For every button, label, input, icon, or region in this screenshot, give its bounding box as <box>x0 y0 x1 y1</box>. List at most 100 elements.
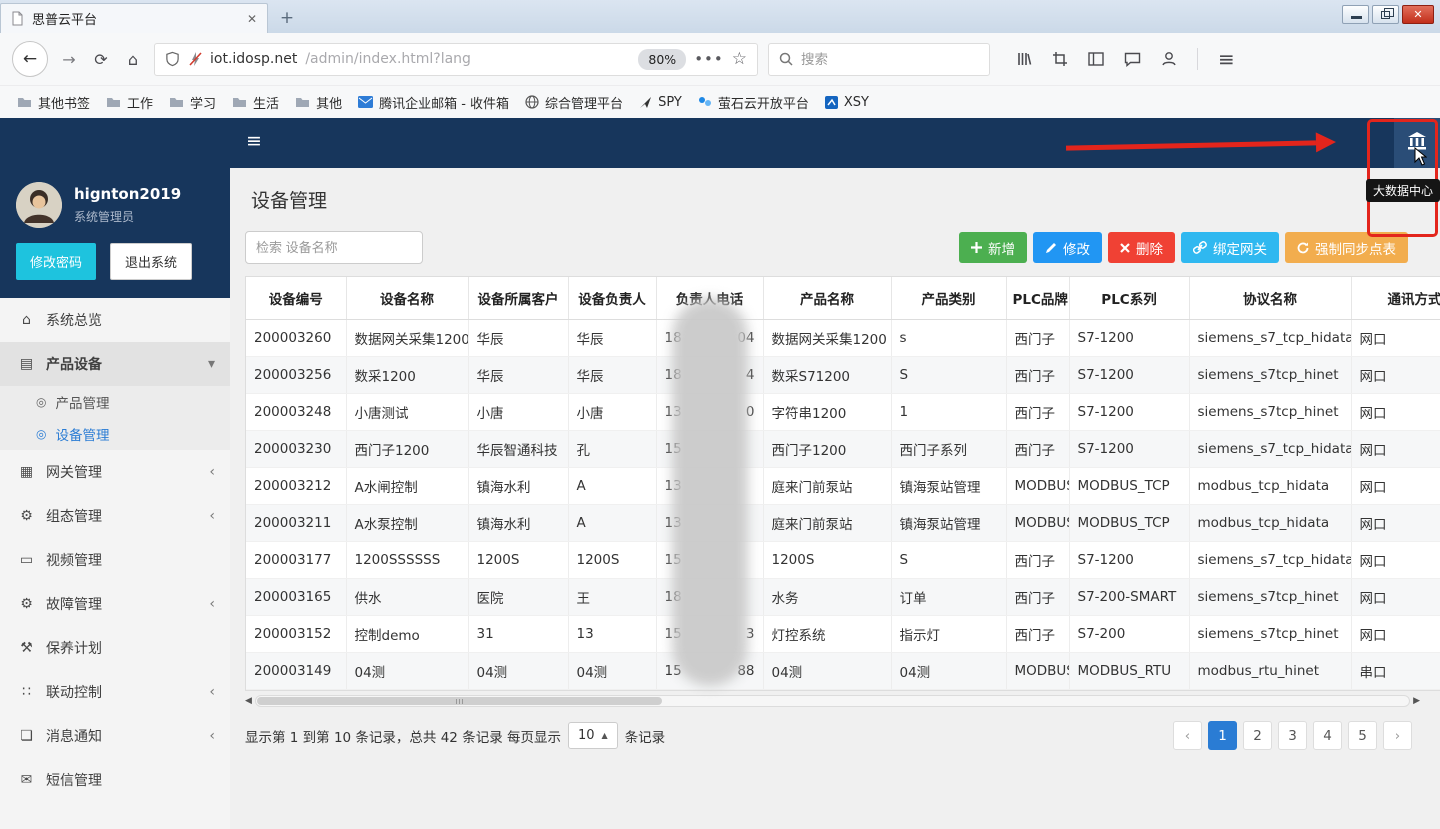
sidebar-item-gateway-management[interactable]: ▦网关管理‹ <box>0 450 230 494</box>
table-row[interactable]: 200003260数据网关采集1200华辰华辰1804数据网关采集1200s西门… <box>246 320 1440 357</box>
table-row[interactable]: 200003152控制demo3113153灯控系统指示灯西门子S7-200si… <box>246 616 1440 653</box>
sidebar-toggle-icon[interactable] <box>1088 52 1104 66</box>
bookmark-item[interactable]: SPY <box>632 91 689 114</box>
edit-button[interactable]: 修改 <box>1033 232 1102 263</box>
folder-icon <box>169 96 184 108</box>
sidebar-item-product-device[interactable]: ▤产品设备▾ <box>0 342 230 386</box>
sidebar-item-video-management[interactable]: ▭视频管理 <box>0 538 230 582</box>
logout-button[interactable]: 退出系统 <box>110 243 192 280</box>
table-cell: 数据网关采集1200 <box>346 320 468 357</box>
page-button-5[interactable]: 5 <box>1348 721 1377 750</box>
column-header: 设备编号 <box>246 277 346 320</box>
bookmark-label: SPY <box>658 95 682 110</box>
shield-icon[interactable] <box>165 51 180 67</box>
table-row[interactable]: 2000031771200SSSSSS1200S1200S151200SS西门子… <box>246 542 1440 579</box>
new-tab-button[interactable]: + <box>272 6 302 30</box>
table-row[interactable]: 200003230西门子1200华辰智通科技孔15西门子1200西门子系列西门子… <box>246 431 1440 468</box>
sidebar-subitem-product-management[interactable]: ◎产品管理 <box>0 386 230 418</box>
table-cell: modbus_rtu_hinet <box>1189 653 1351 690</box>
library-icon[interactable] <box>1016 51 1032 67</box>
bookmark-item[interactable]: 萤石云开放平台 <box>691 89 816 116</box>
bookmark-item[interactable]: 腾讯企业邮箱 - 收件箱 <box>351 89 516 116</box>
horizontal-scrollbar[interactable]: ◀ ▶ <box>245 694 1420 708</box>
reload-button[interactable]: ⟳ <box>90 50 112 69</box>
submenu: ◎产品管理◎设备管理 <box>0 386 230 450</box>
bind-gateway-button[interactable]: 绑定网关 <box>1181 232 1279 263</box>
browser-search-input[interactable] <box>801 52 979 67</box>
page-actions-icon[interactable]: ••• <box>694 50 724 68</box>
url-bar[interactable]: iot.idosp.net /admin/index.html?lang 80%… <box>154 43 758 76</box>
close-button[interactable]: ✕ <box>1402 5 1434 24</box>
page-button-2[interactable]: 2 <box>1243 721 1272 750</box>
scroll-left-icon[interactable]: ◀ <box>245 697 252 706</box>
table-row[interactable]: 200003256数采1200华辰华辰184数采S71200S西门子S7-120… <box>246 357 1440 394</box>
back-button[interactable]: ← <box>12 41 48 77</box>
sidebar-item-linkage-control[interactable]: ∷联动控制‹ <box>0 670 230 714</box>
table-row[interactable]: 200003212A水闸控制镇海水利A13庭来门前泵站镇海泵站管理MODBUSM… <box>246 468 1440 505</box>
table-cell: 31 <box>468 616 568 653</box>
table-cell: 西门子1200 <box>763 431 891 468</box>
blocked-plugin-icon[interactable] <box>188 51 202 67</box>
toolbar-icons: ≡ <box>1016 47 1235 71</box>
tab-close-icon[interactable]: ✕ <box>247 12 257 26</box>
table-cell: 网口 <box>1351 468 1440 505</box>
table-row[interactable]: 200003211A水泵控制镇海水利A13庭来门前泵站镇海泵站管理MODBUSM… <box>246 505 1440 542</box>
messages-bubble-icon[interactable] <box>1124 52 1141 67</box>
avatar[interactable] <box>16 182 62 228</box>
bookmark-item[interactable]: 其他书签 <box>10 89 97 116</box>
big-data-center-button[interactable] <box>1394 118 1440 168</box>
table-row[interactable]: 200003165供水医院王18水务订单西门子S7-200-SMARTsieme… <box>246 579 1440 616</box>
bookmark-item[interactable]: 其他 <box>288 89 349 116</box>
change-password-button[interactable]: 修改密码 <box>16 243 96 280</box>
forward-button[interactable]: → <box>58 50 80 69</box>
bookmark-star-icon[interactable]: ☆ <box>732 49 747 69</box>
bookmark-item[interactable]: 综合管理平台 <box>518 89 630 116</box>
bookmark-item[interactable]: 生活 <box>225 89 286 116</box>
table-cell: modbus_tcp_hidata <box>1189 468 1351 505</box>
chevron-left-icon: ‹ <box>209 684 215 700</box>
table-header-row: 设备编号设备名称设备所属客户设备负责人负责人电话产品名称产品类别PLC品牌PLC… <box>246 277 1440 320</box>
table-cell: 庭来门前泵站 <box>763 505 891 542</box>
sidebar-collapse-icon[interactable]: ≡ <box>246 130 262 152</box>
bookmark-item[interactable]: 工作 <box>99 89 160 116</box>
sidebar-item-message-notification[interactable]: ❏消息通知‹ <box>0 714 230 758</box>
page-button-3[interactable]: 3 <box>1278 721 1307 750</box>
sidebar-item-maintenance-plan[interactable]: ⚒保养计划 <box>0 626 230 670</box>
table-row[interactable]: 20000314904测04测04测158804测04测MODBUSMODBUS… <box>246 653 1440 690</box>
table-cell: 网口 <box>1351 542 1440 579</box>
scrollbar-track[interactable] <box>255 695 1410 707</box>
browser-search-bar[interactable] <box>768 43 990 76</box>
home-button[interactable]: ⌂ <box>122 50 144 69</box>
page-button-4[interactable]: 4 <box>1313 721 1342 750</box>
force-sync-button[interactable]: 强制同步点表 <box>1285 232 1408 263</box>
device-search-input[interactable] <box>245 231 423 264</box>
sidebar-item-system-overview[interactable]: ⌂系统总览 <box>0 298 230 342</box>
bookmark-item[interactable]: XSY <box>818 91 876 114</box>
sidebar-item-fault-management[interactable]: ⚙故障管理‹ <box>0 582 230 626</box>
page-button-1[interactable]: 1 <box>1208 721 1237 750</box>
table-cell: 王 <box>568 579 656 616</box>
browser-tab[interactable]: 思普云平台 ✕ <box>0 3 268 33</box>
account-icon[interactable] <box>1161 51 1177 67</box>
delete-button[interactable]: 删除 <box>1108 232 1175 263</box>
menu-hamburger-icon[interactable]: ≡ <box>1218 47 1235 71</box>
sidebar-subitem-device-management[interactable]: ◎设备管理 <box>0 418 230 450</box>
action-buttons: 新增修改删除绑定网关强制同步点表 <box>959 232 1408 263</box>
zoom-badge[interactable]: 80% <box>638 49 686 70</box>
next-page-button[interactable]: › <box>1383 721 1412 750</box>
restore-button[interactable] <box>1372 5 1399 24</box>
sidebar-item-configuration-management[interactable]: ⚙组态管理‹ <box>0 494 230 538</box>
prev-page-button[interactable]: ‹ <box>1173 721 1202 750</box>
bookmark-item[interactable]: 学习 <box>162 89 223 116</box>
minimize-button[interactable] <box>1342 5 1369 24</box>
menu-label: 联动控制 <box>46 682 102 702</box>
page-size-select[interactable]: 10 ▲ <box>568 722 618 749</box>
scrollbar-thumb[interactable] <box>257 697 662 705</box>
scroll-right-icon[interactable]: ▶ <box>1413 697 1420 706</box>
table-row[interactable]: 200003248小唐测试小唐小唐130字符串12001西门子S7-1200si… <box>246 394 1440 431</box>
folder-icon <box>17 96 32 108</box>
add-button[interactable]: 新增 <box>959 232 1027 263</box>
screenshot-crop-icon[interactable] <box>1052 51 1068 67</box>
sidebar-item-sms-management[interactable]: ✉短信管理 <box>0 758 230 802</box>
menu-label: 短信管理 <box>46 770 102 790</box>
